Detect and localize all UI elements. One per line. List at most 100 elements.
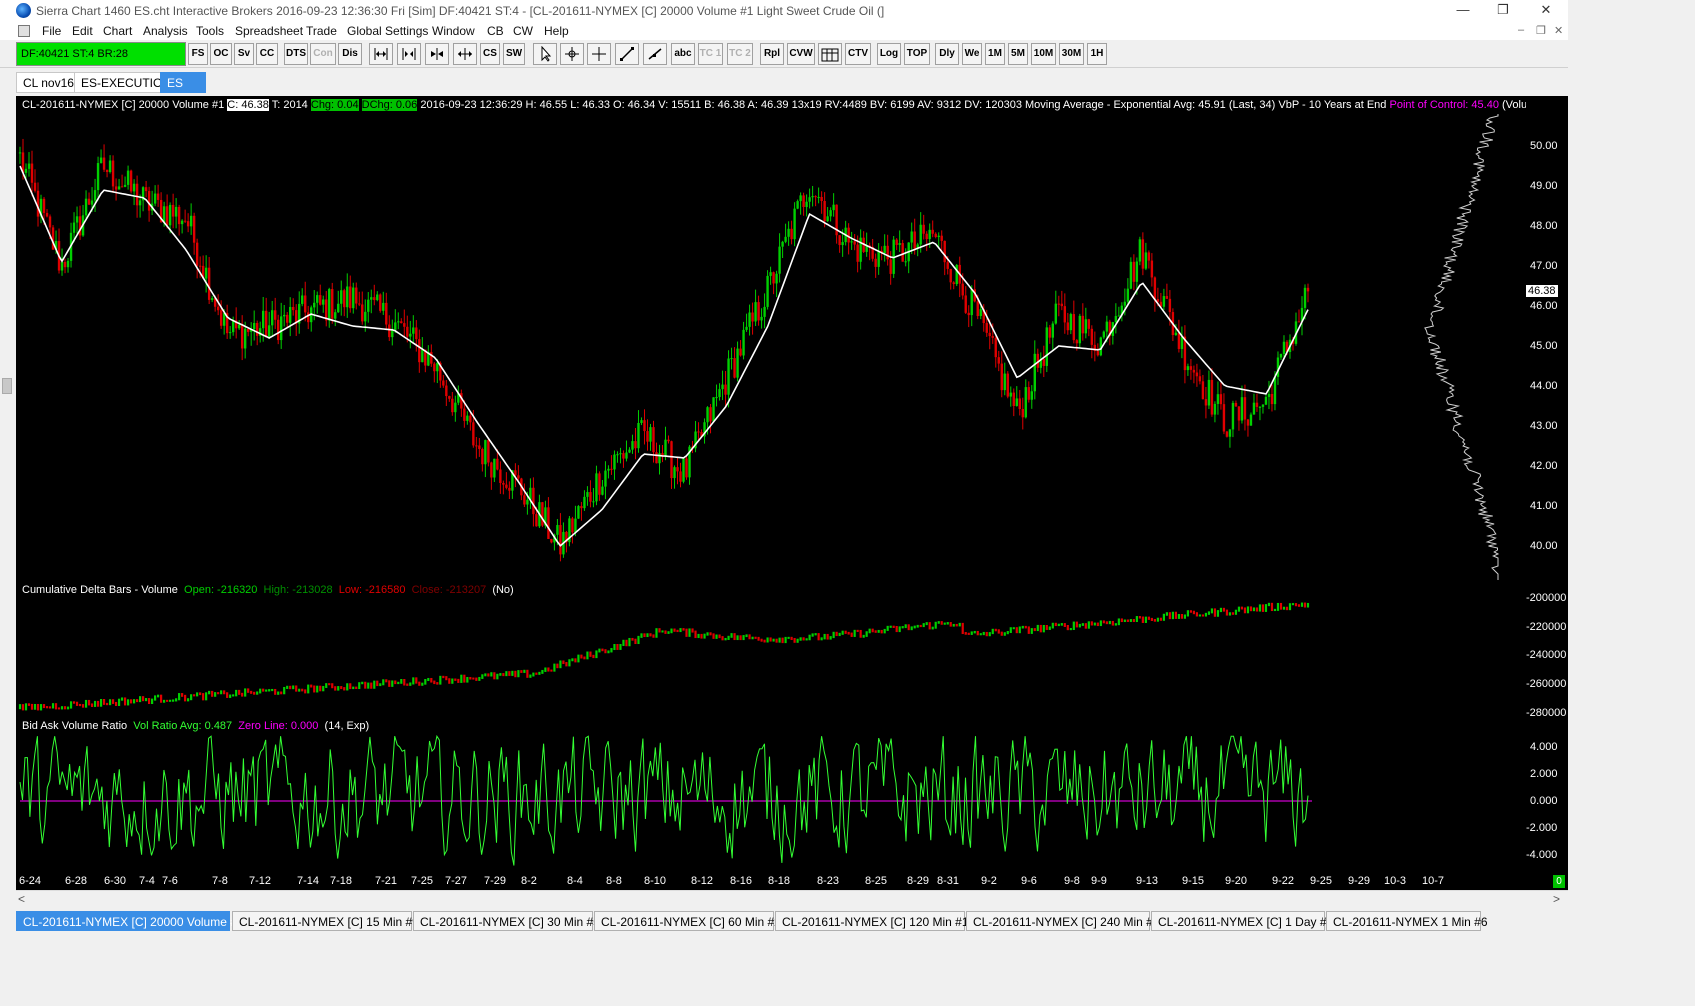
5min-button[interactable]: 5M — [1008, 43, 1028, 65]
ctv-button[interactable]: CTV — [845, 43, 871, 65]
line-tool-icon[interactable] — [615, 43, 639, 65]
chart-tab-20000-volume[interactable]: CL-201611-NYMEX [C] 20000 Volume #1 — [16, 911, 244, 931]
tab-es[interactable]: ES — [160, 72, 206, 93]
price-axis[interactable]: 50.00 49.00 48.00 47.00 46.38 46.00 45.0… — [1526, 96, 1568, 874]
1hour-button[interactable]: 1H — [1087, 43, 1107, 65]
cs-button[interactable]: CS — [480, 43, 500, 65]
mdi-close-button[interactable]: ✕ — [1554, 24, 1563, 37]
minimize-button[interactable]: — — [1441, 0, 1485, 22]
cvw-button[interactable]: CVW — [787, 43, 815, 65]
menu-global-settings[interactable]: Global Settings — [347, 24, 428, 38]
chart-tab-60-min[interactable]: CL-201611-NYMEX [C] 60 Min #2 — [594, 911, 781, 931]
menu-edit[interactable]: Edit — [72, 24, 93, 38]
chart-area[interactable]: CL-201611-NYMEX [C] 20000 Volume #1 C: 4… — [16, 96, 1526, 874]
price-bar-body — [607, 468, 610, 471]
x-axis-date-label: 8-29 — [907, 875, 930, 887]
chart-tab-1-day[interactable]: CL-201611-NYMEX [C] 1 Day #4 — [1151, 911, 1333, 931]
zoom-in-icon[interactable] — [369, 43, 393, 65]
menu-chart[interactable]: Chart — [103, 24, 132, 38]
delta-open: Open: -216320 — [184, 584, 258, 596]
price-bar-body — [1186, 366, 1190, 371]
menu-file[interactable]: File — [42, 24, 61, 38]
close-button[interactable]: ✕ — [1524, 0, 1568, 22]
cursor-line-icon[interactable] — [587, 43, 611, 65]
point-of-control: Point of Control: 45.40 — [1389, 99, 1499, 111]
price-bar-body — [724, 384, 727, 395]
sv-button[interactable]: Sv — [234, 43, 254, 65]
replay-button[interactable]: Rpl — [760, 43, 784, 65]
price-bar-body — [42, 198, 46, 213]
30min-button[interactable]: 30M — [1059, 43, 1084, 65]
scroll-left-icon[interactable]: < — [18, 892, 25, 906]
price-bar-body — [1126, 288, 1130, 302]
price-bar-body — [913, 231, 916, 249]
price-bar-body — [721, 384, 724, 390]
menu-spreadsheet[interactable]: Spreadsheet — [235, 24, 303, 38]
pointer-icon[interactable] — [533, 43, 557, 65]
price-bar-body — [162, 206, 166, 223]
chart-tab-240-min[interactable]: CL-201611-NYMEX [C] 240 Min #3 — [966, 911, 1160, 931]
menu-window[interactable]: Window — [432, 24, 475, 38]
text-tool-button[interactable]: abc — [671, 43, 695, 65]
ray-tool-icon[interactable] — [643, 43, 667, 65]
connection-status: DF:40421 ST:4 BR:28 — [16, 42, 186, 66]
price-bar-body — [1231, 402, 1235, 430]
menu-cw[interactable]: CW — [513, 24, 533, 38]
con-button[interactable]: Con — [310, 43, 336, 65]
top-button[interactable]: TOP — [904, 43, 930, 65]
scroll-right-icon[interactable]: > — [1553, 892, 1560, 906]
chart-tab-1-min[interactable]: CL-201611-NYMEX 1 Min #6 — [1326, 911, 1488, 931]
delta-y-label: -260000 — [1526, 678, 1567, 690]
price-bar-body — [307, 312, 310, 323]
date-axis[interactable]: 6-24 6-28 6-30 7-4 7-6 7-8 7-12 7-14 7-18 7-21 7-2… — [16, 874, 1526, 890]
menu-analysis[interactable]: Analysis — [143, 24, 188, 38]
price-bar-body — [75, 216, 79, 223]
y-label: 48.00 — [1530, 220, 1558, 232]
price-bar-body — [526, 499, 529, 505]
price-bar-body — [60, 261, 64, 271]
tab-cl-nov16[interactable]: CL nov16 — [16, 72, 81, 93]
zoom-out-icon[interactable] — [397, 43, 421, 65]
price-bar-body — [622, 453, 625, 459]
mdi-minimize-button[interactable]: – — [1518, 24, 1524, 36]
chart-tab-30-min[interactable]: CL-201611-NYMEX [C] 30 Min #5 — [413, 911, 600, 931]
price-bar-body — [264, 310, 268, 338]
trade-window-icon[interactable] — [818, 43, 842, 65]
price-bar-body — [577, 506, 580, 519]
price-bar-body — [177, 206, 181, 225]
fs-button[interactable]: FS — [188, 43, 208, 65]
menu-cb[interactable]: CB — [487, 24, 504, 38]
crosshair-icon[interactable] — [560, 43, 584, 65]
compress-icon[interactable] — [425, 43, 449, 65]
price-bar-body — [679, 471, 682, 482]
tc2-button[interactable]: TC 2 — [727, 43, 753, 65]
log-button[interactable]: Log — [877, 43, 901, 65]
sw-button[interactable]: SW — [503, 43, 525, 65]
weekly-button[interactable]: We — [962, 43, 982, 65]
10min-button[interactable]: 10M — [1031, 43, 1056, 65]
menu-trade[interactable]: Trade — [306, 24, 337, 38]
chart-tab-15-min[interactable]: CL-201611-NYMEX [C] 15 Min #9 — [232, 911, 419, 931]
mdi-restore-button[interactable]: ❐ — [1536, 24, 1546, 37]
chart-window-icon[interactable] — [18, 25, 30, 37]
daily-button[interactable]: Dly — [935, 43, 959, 65]
price-bar-body — [883, 245, 886, 253]
horizontal-scrollbar[interactable]: < > — [16, 890, 1568, 907]
left-scroll-handle[interactable] — [2, 378, 12, 394]
maximize-button[interactable]: ❐ — [1481, 0, 1525, 22]
menu-tools[interactable]: Tools — [196, 24, 224, 38]
price-bar-body — [574, 518, 577, 533]
chart-tab-120-min[interactable]: CL-201611-NYMEX [C] 120 Min #10 — [775, 911, 975, 931]
tc1-button[interactable]: TC 1 — [698, 43, 723, 65]
price-bar-body — [355, 287, 358, 304]
cc-button[interactable]: CC — [256, 43, 278, 65]
price-bar-body — [243, 328, 247, 349]
chart-plot[interactable] — [16, 96, 1526, 874]
dis-button[interactable]: Dis — [338, 43, 362, 65]
price-bar-body — [928, 229, 931, 240]
oc-button[interactable]: OC — [210, 43, 232, 65]
dts-button[interactable]: DTS — [284, 43, 308, 65]
expand-icon[interactable] — [453, 43, 477, 65]
1min-button[interactable]: 1M — [985, 43, 1005, 65]
menu-help[interactable]: Help — [544, 24, 569, 38]
